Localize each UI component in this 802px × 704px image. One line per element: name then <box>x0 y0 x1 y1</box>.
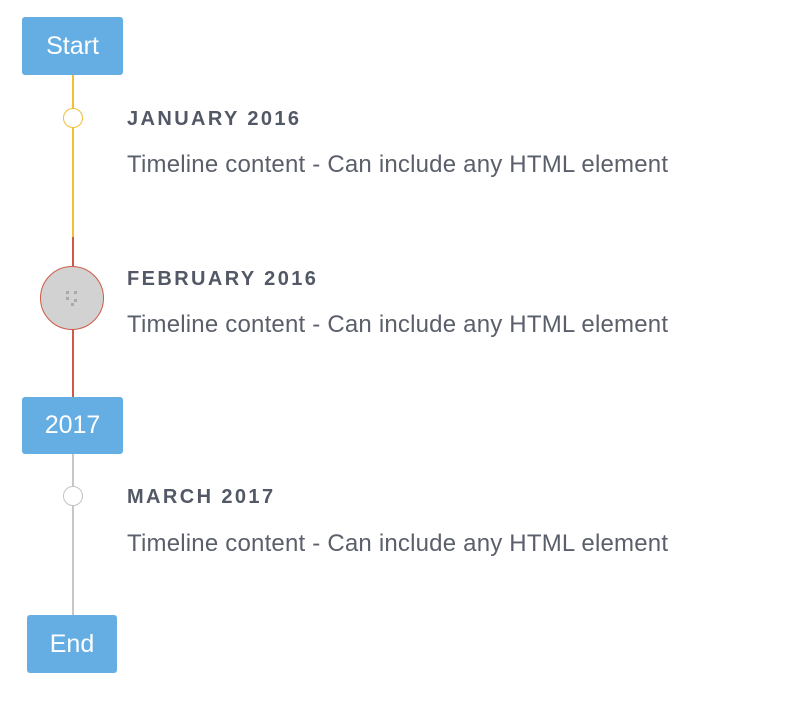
timeline-item-content: Timeline content - Can include any HTML … <box>127 530 669 557</box>
timeline-start-tag: Start <box>22 17 123 75</box>
timeline-item-date: FEBRUARY 2016 <box>127 268 319 290</box>
dots-icon <box>66 291 77 306</box>
timeline-marker-circle <box>63 486 83 506</box>
timeline-item-content: Timeline content - Can include any HTML … <box>127 151 669 178</box>
timeline-marker-circle <box>63 108 83 128</box>
timeline-year-tag: 2017 <box>22 397 123 454</box>
timeline-item-date: JANUARY 2016 <box>127 108 302 130</box>
timeline-line-segment <box>72 75 74 237</box>
timeline-marker-large-circle <box>40 266 104 330</box>
timeline-line-segment <box>72 453 74 615</box>
timeline-item-content: Timeline content - Can include any HTML … <box>127 311 669 338</box>
timeline-end-tag: End <box>27 615 117 673</box>
timeline-item-date: MARCH 2017 <box>127 486 276 508</box>
